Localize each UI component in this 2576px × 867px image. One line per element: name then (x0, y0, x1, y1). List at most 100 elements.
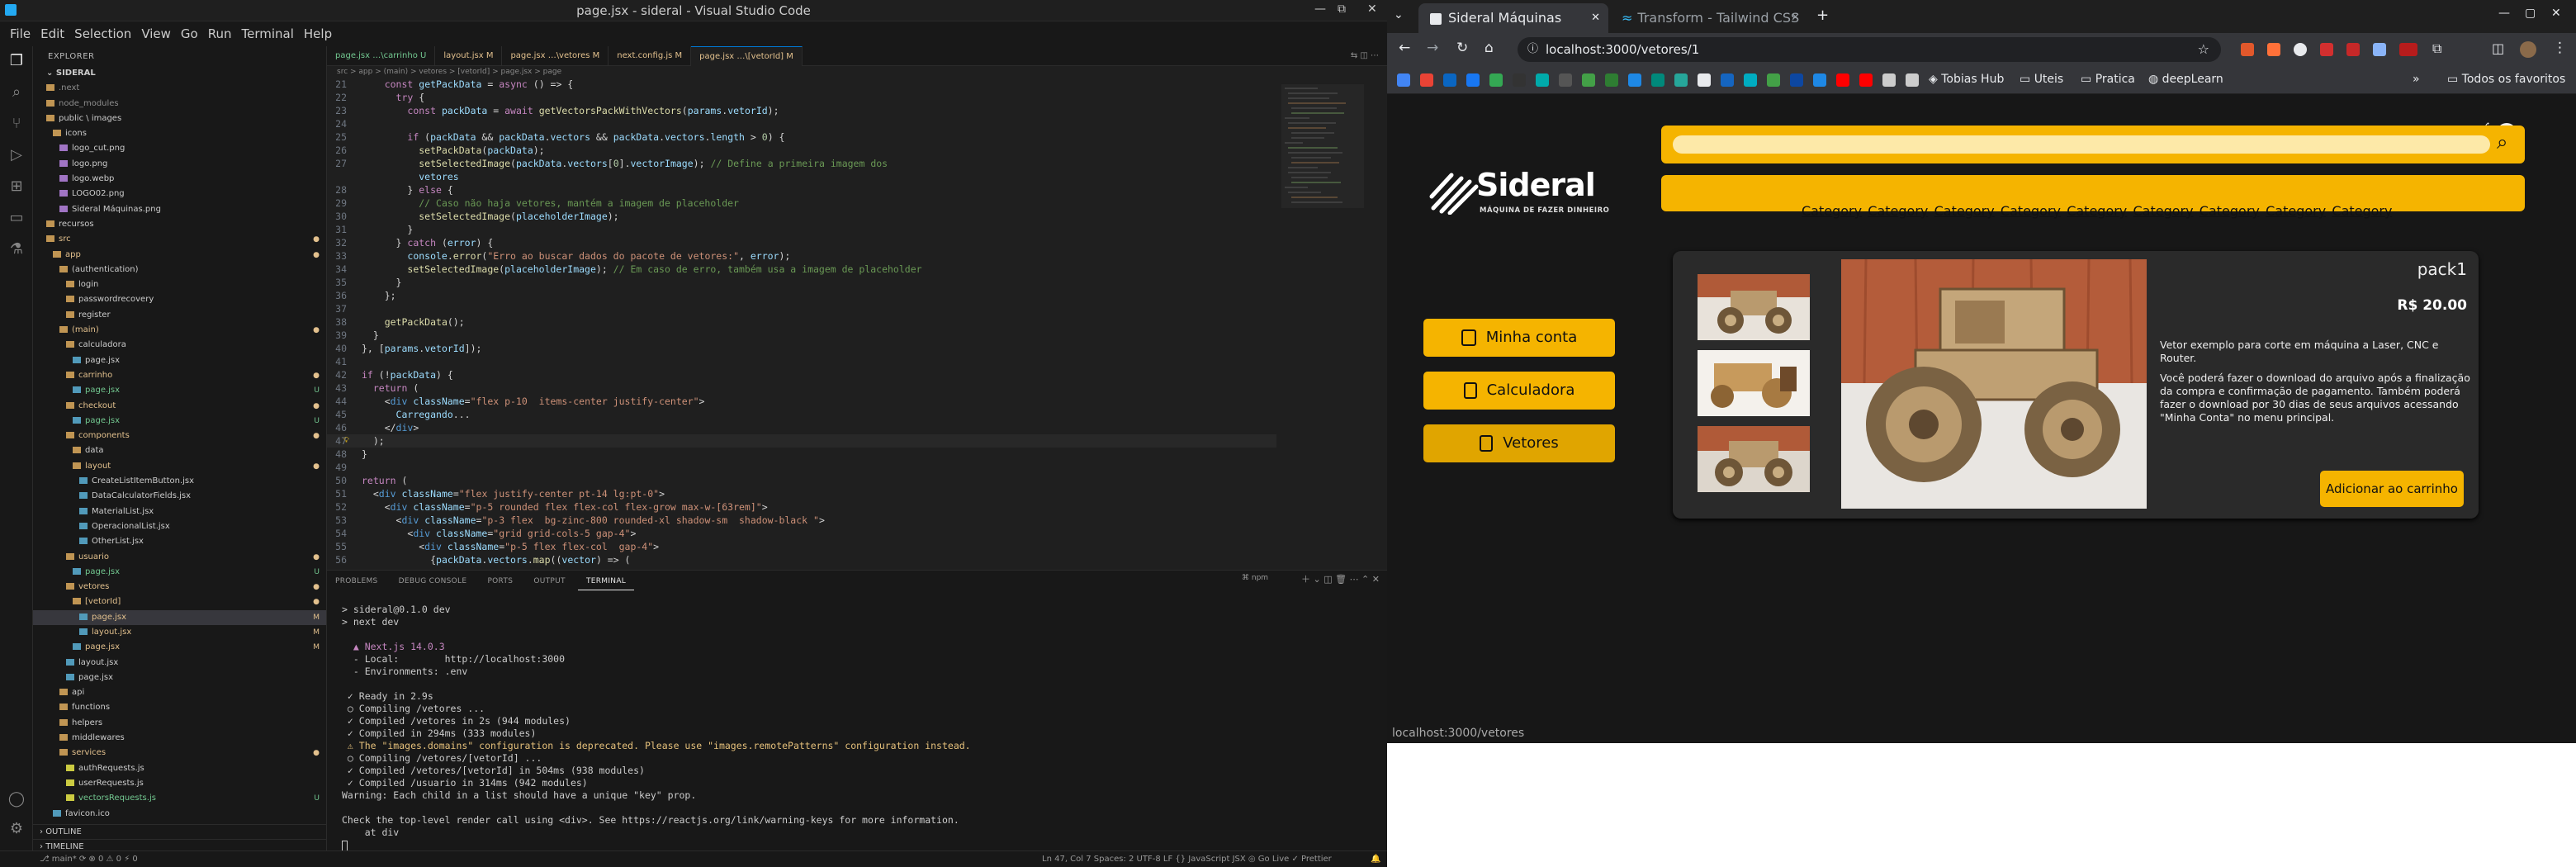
menu-file[interactable]: File (5, 26, 36, 41)
add-to-cart-button[interactable]: Adicionar ao carrinho (2320, 471, 2464, 507)
tree-item[interactable]: OtherList.jsx (33, 534, 326, 549)
panel-tab-problems[interactable]: PROBLEMS (327, 573, 386, 590)
manage-gear-icon[interactable]: ⚙ (7, 819, 26, 839)
bookmark-favicon[interactable] (1721, 73, 1734, 87)
remote-icon[interactable]: ▭ (7, 208, 26, 228)
outline-section[interactable]: › OUTLINE (33, 824, 326, 839)
code-line[interactable]: 44 <div className="flex p-10 items-cente… (327, 395, 1276, 408)
code-line[interactable]: 52 <div className="p-5 rounded flex flex… (327, 500, 1276, 514)
bookmark-favicon[interactable] (1443, 73, 1456, 87)
tree-item[interactable]: userRequests.js (33, 776, 326, 791)
tab-search-icon[interactable]: ⌄ (1394, 8, 1404, 21)
code-line[interactable]: 28 } else { (327, 183, 1276, 197)
tree-item[interactable]: helpers (33, 716, 326, 731)
panel-tab-debug-console[interactable]: DEBUG CONSOLE (391, 573, 476, 590)
tree-item[interactable]: .next (33, 81, 326, 96)
tab-layout[interactable]: layout.jsx M (435, 46, 503, 66)
calculator-button[interactable]: Calculadora (1423, 372, 1615, 410)
bookmark-favicon[interactable] (1906, 73, 1919, 87)
category-link[interactable]: Category (2266, 203, 2326, 219)
tree-item[interactable]: app ● (33, 248, 326, 263)
code-line[interactable]: 42 if (!packData) { (327, 368, 1276, 381)
tree-item[interactable]: icons (33, 126, 326, 141)
code-line[interactable]: 33 console.error("Erro ao buscar dados d… (327, 249, 1276, 263)
tree-item[interactable]: vectorsRequests.js U (33, 791, 326, 806)
extension-icon[interactable] (2373, 43, 2386, 56)
product-thumbnail[interactable] (1698, 350, 1810, 416)
bookmark-tobias-hub[interactable]: ◈ Tobias Hub (1929, 73, 2004, 86)
tab-next-config[interactable]: next.config.js M (608, 46, 692, 66)
tree-item[interactable]: LOGO02.png (33, 187, 326, 201)
tree-item[interactable]: layout ● (33, 459, 326, 474)
run-debug-icon[interactable]: ▷ (7, 145, 26, 165)
minimize-icon[interactable]: — (1314, 2, 1326, 16)
code-line[interactable]: 30 setSelectedImage(placeholderImage); (327, 210, 1276, 223)
code-line[interactable]: 36 }; (327, 289, 1276, 302)
home-icon[interactable]: ⌂ (1485, 40, 1494, 56)
extension-icon[interactable] (2294, 43, 2307, 56)
code-line[interactable]: 48} (327, 448, 1276, 461)
timeline-section[interactable]: › TIMELINE (33, 839, 326, 850)
bookmark-favicon[interactable] (1513, 73, 1526, 87)
tree-item[interactable]: CreateListItemButton.jsx (33, 474, 326, 489)
lightbulb-icon[interactable]: 💡︎ (343, 434, 349, 448)
tree-item[interactable]: [vetorId] ● (33, 595, 326, 609)
bookmark-favicon[interactable] (1582, 73, 1595, 87)
tree-item[interactable]: page.jsx U (33, 414, 326, 429)
bookmark-deeplearn[interactable]: ◍ deepLearn (2148, 73, 2223, 86)
category-link[interactable]: Category (2001, 203, 2061, 219)
product-thumbnail[interactable] (1698, 426, 1810, 492)
menu-go[interactable]: Go (176, 26, 203, 41)
reload-icon[interactable]: ↻ (1456, 40, 1468, 56)
minimap[interactable] (1281, 84, 1364, 299)
bookmark-favicon[interactable] (1698, 73, 1711, 87)
minimize-icon[interactable]: — (2498, 7, 2510, 20)
close-tab-icon[interactable]: ✕ (1591, 3, 1600, 33)
panel-actions[interactable]: ＋ ⌄ ◫ 🗑 ⋯ ⌃ ✕ (1301, 572, 1380, 585)
tree-item[interactable]: api (33, 685, 326, 700)
tree-item[interactable]: vetores ● (33, 580, 326, 595)
menu-terminal[interactable]: Terminal (237, 26, 299, 41)
code-line[interactable]: 55 <div className="p-5 flex flex-col gap… (327, 540, 1276, 553)
bookmark-favicon[interactable] (1559, 73, 1572, 87)
tree-item[interactable]: page.jsx (33, 670, 326, 685)
code-editor[interactable]: 21 const getPackData = async () => {22 t… (327, 78, 1276, 570)
code-line[interactable]: 51 <div className="flex justify-center p… (327, 487, 1276, 500)
close-tab-icon[interactable]: ✕ (1791, 3, 1800, 33)
code-line[interactable]: 40}, [params.vetorId]); (327, 342, 1276, 355)
new-tab-button[interactable]: + (1816, 7, 1829, 24)
site-info-icon[interactable]: ⓘ (1527, 37, 1538, 62)
menu-edit[interactable]: Edit (36, 26, 69, 41)
tree-item[interactable]: DataCalculatorFields.jsx (33, 489, 326, 504)
bookmark-favicon[interactable] (1790, 73, 1803, 87)
tree-item[interactable]: src ● (33, 232, 326, 247)
forward-icon[interactable]: → (1427, 40, 1438, 56)
chrome-menu-icon[interactable]: ⋮ (2553, 40, 2567, 56)
tree-item[interactable]: components ● (33, 429, 326, 443)
menu-help[interactable]: Help (299, 26, 337, 41)
source-control-icon[interactable]: ⑂ (7, 114, 26, 134)
category-link[interactable]: Category (2067, 203, 2127, 219)
tree-item[interactable]: page.jsx U (33, 565, 326, 580)
bookmark-uteis[interactable]: ▭ Uteis (2020, 73, 2063, 86)
tree-item[interactable]: public \ images (33, 111, 326, 126)
tree-item[interactable]: recursos (33, 217, 326, 232)
bookmark-favicon[interactable] (1859, 73, 1873, 87)
extension-icon[interactable] (2346, 43, 2360, 56)
tree-item[interactable]: login (33, 277, 326, 292)
panel-tab-ports[interactable]: PORTS (479, 573, 521, 590)
panel-tab-terminal[interactable]: TERMINAL (577, 573, 635, 590)
tree-item[interactable]: (main) ● (33, 323, 326, 338)
tree-item[interactable]: Sideral Máquinas.png (33, 202, 326, 217)
editor-actions[interactable]: ⇆ ◫ ⋯ (1342, 46, 1387, 66)
browser-tab-sideral[interactable]: Sideral Máquinas ✕ (1418, 3, 1608, 33)
search-icon[interactable]: ⌕ (2497, 130, 2507, 154)
tree-item[interactable]: logo.webp (33, 172, 326, 187)
code-line[interactable]: 34 setSelectedImage(placeholderImage); /… (327, 263, 1276, 276)
code-line[interactable]: 22 try { (327, 91, 1276, 104)
panel-tab-output[interactable]: OUTPUT (525, 573, 573, 590)
testing-icon[interactable]: ⚗ (7, 239, 26, 259)
extensions-puzzle-icon[interactable]: ⧉ (2432, 40, 2441, 57)
status-right[interactable]: Ln 47, Col 7 Spaces: 2 UTF-8 LF {} JavaS… (1042, 851, 1332, 867)
tree-item[interactable]: carrinho ● (33, 368, 326, 383)
